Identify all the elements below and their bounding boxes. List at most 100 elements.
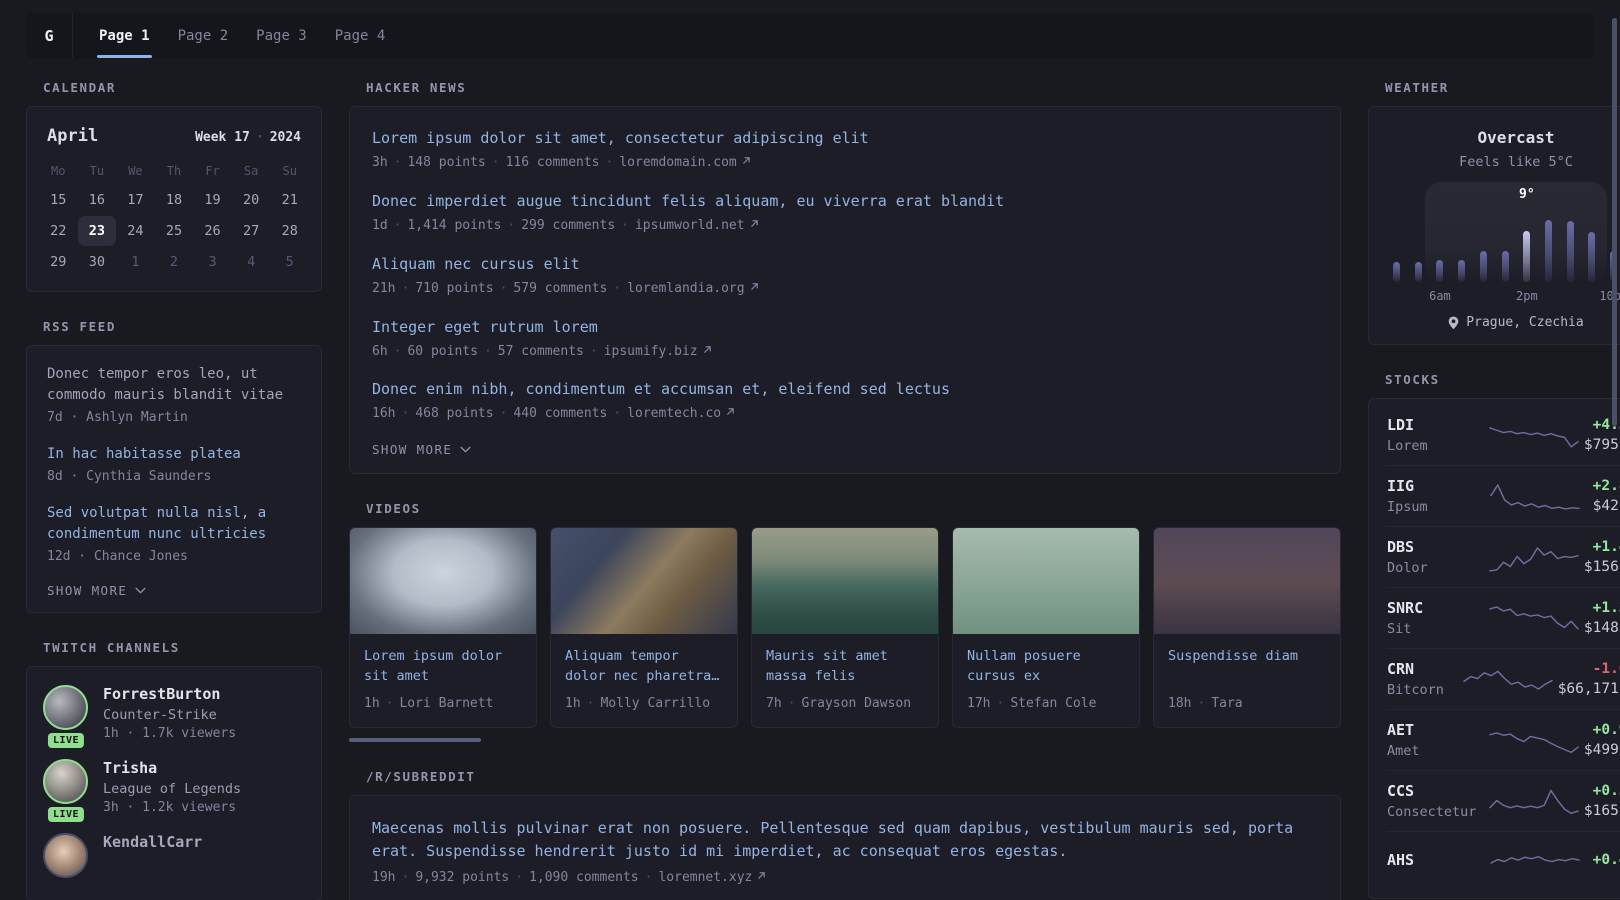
- calendar-day: 16: [88, 192, 105, 208]
- page-scrollbar[interactable]: [1612, 18, 1617, 426]
- comments-link[interactable]: 116 comments: [506, 155, 600, 170]
- stock-change: +0.92%: [1592, 722, 1620, 738]
- video-author[interactable]: Grayson Dawson: [801, 696, 911, 711]
- stock-row[interactable]: AET Amet +0.92% $499.72: [1386, 709, 1620, 770]
- channel-name[interactable]: KendallCarr: [103, 833, 202, 851]
- post-meta: 1d · 1,414 points · 299 comments · ipsumworld.…: [372, 216, 1318, 236]
- video-thumbnail[interactable]: [953, 528, 1139, 635]
- domain-link[interactable]: loremnet.xyz: [658, 870, 752, 885]
- video-title[interactable]: Suspendisse diam: [1168, 646, 1326, 686]
- external-link-icon: [742, 153, 751, 172]
- stock-sparkline: [1489, 732, 1579, 754]
- post-title-link[interactable]: Lorem ipsum dolor sit amet, consectetur …: [372, 128, 1318, 149]
- calendar-card: April Week 17 · 2024 Mo Tu We Th Fr Sa S…: [26, 106, 322, 292]
- post-title-link[interactable]: Aliquam nec cursus elit: [372, 254, 1318, 275]
- right-column: WEATHER Overcast Feels like 5°C 9° 6am 2…: [1368, 80, 1620, 900]
- calendar-day: 15: [50, 192, 67, 208]
- stock-sparkline: [1490, 484, 1580, 510]
- app-logo[interactable]: G: [26, 13, 73, 58]
- page-tab[interactable]: Page 2: [164, 13, 243, 58]
- post-title-link[interactable]: Maecenas mollis pulvinar erat non posuer…: [372, 817, 1318, 864]
- video-card[interactable]: Suspendisse diam 18h · Tara: [1153, 527, 1341, 729]
- twitch-channel-row[interactable]: LIVE ForrestBurton Counter-Strike 1h · 1…: [43, 684, 305, 748]
- subreddit-section-title: /R/SUBREDDIT: [366, 769, 476, 785]
- temperature-bar: [1523, 231, 1531, 282]
- videos-carousel: Lorem ipsum dolor sit amet consectetu… 1…: [349, 527, 1341, 729]
- rss-show-more-button[interactable]: SHOW MORE: [47, 583, 146, 598]
- video-title[interactable]: Mauris sit amet massa felis: [766, 646, 924, 686]
- video-card[interactable]: Lorem ipsum dolor sit amet consectetu… 1…: [349, 527, 537, 729]
- twitch-channel-row[interactable]: LIVE Trisha League of Legends 3h · 1.2k …: [43, 758, 305, 822]
- video-thumbnail[interactable]: [350, 528, 536, 635]
- temperature-bar: [1479, 251, 1487, 282]
- weather-widget: WEATHER Overcast Feels like 5°C 9° 6am 2…: [1368, 80, 1620, 345]
- stock-row[interactable]: IIG Ipsum +2.84% $42.04: [1386, 465, 1620, 526]
- domain-link[interactable]: loremlandia.org: [627, 281, 744, 296]
- video-author[interactable]: Tara: [1211, 696, 1242, 711]
- twitch-widget: TWITCH CHANNELS LIVE ForrestBurton Count…: [26, 640, 322, 900]
- comments-link[interactable]: 1,090 comments: [529, 870, 639, 885]
- video-card[interactable]: Nullam posuere cursus ex 17h · Stefan Cole: [952, 527, 1140, 729]
- video-title[interactable]: Nullam posuere cursus ex: [967, 646, 1125, 686]
- channel-name[interactable]: ForrestBurton: [103, 685, 236, 703]
- stock-change: +0.46%: [1592, 852, 1620, 868]
- post-meta: 16h · 468 points · 440 comments · loremtech.co: [372, 404, 1318, 424]
- comments-link[interactable]: 299 comments: [521, 218, 615, 233]
- stock-row[interactable]: CCS Consectetur +0.51% $165.84: [1386, 770, 1620, 831]
- rss-item[interactable]: In hac habitasse platea 8d · Cynthia Sau…: [47, 444, 301, 487]
- post-title-link[interactable]: Donec imperdiet augue tincidunt felis al…: [372, 191, 1318, 212]
- video-thumbnail[interactable]: [551, 528, 737, 635]
- channel-meta: 3h · 1.2k viewers: [103, 799, 237, 815]
- rss-item[interactable]: Donec tempor eros leo, ut commodo mauris…: [47, 364, 301, 428]
- calendar-day: 27: [243, 223, 260, 239]
- video-card[interactable]: Mauris sit amet massa felis 7h · Grayson D…: [751, 527, 939, 729]
- video-thumbnail[interactable]: [1154, 528, 1340, 635]
- hackernews-post: Donec imperdiet augue tincidunt felis al…: [372, 191, 1318, 236]
- video-thumbnail[interactable]: [752, 528, 938, 635]
- stock-price: $165.84: [1583, 803, 1620, 819]
- weather-location[interactable]: Prague, Czechia: [1393, 315, 1620, 330]
- page-tab[interactable]: Page 3: [242, 13, 321, 58]
- stock-row[interactable]: AHS +0.46%: [1386, 831, 1620, 892]
- rss-item-title[interactable]: Sed volutpat nulla nisl, a condimentum n…: [47, 503, 301, 545]
- stock-ticker: AHS: [1387, 851, 1415, 869]
- domain-link[interactable]: loremtech.co: [627, 406, 721, 421]
- channel-name[interactable]: Trisha: [103, 759, 241, 777]
- live-badge: LIVE: [47, 806, 85, 822]
- domain-link[interactable]: ipsumworld.net: [635, 218, 745, 233]
- stock-name: Sit: [1387, 621, 1412, 637]
- stock-change: -1.00%: [1592, 661, 1620, 677]
- calendar-day: 29: [50, 254, 67, 270]
- comments-link[interactable]: 57 comments: [498, 344, 584, 359]
- video-author[interactable]: Stefan Cole: [1010, 696, 1096, 711]
- video-author[interactable]: Lori Barnett: [399, 696, 493, 711]
- post-title-link[interactable]: Donec enim nibh, condimentum et accumsan…: [372, 379, 1318, 400]
- video-author[interactable]: Molly Carrillo: [600, 696, 710, 711]
- hackernews-post: Lorem ipsum dolor sit amet, consectetur …: [372, 128, 1318, 173]
- rss-item-title[interactable]: Donec tempor eros leo, ut commodo mauris…: [47, 364, 301, 406]
- calendar-day-header: Fr: [205, 164, 220, 178]
- rss-item[interactable]: Sed volutpat nulla nisl, a condimentum n…: [47, 503, 301, 567]
- domain-link[interactable]: ipsumify.biz: [604, 344, 698, 359]
- subreddit-post: Maecenas mollis pulvinar erat non posuer…: [372, 817, 1318, 887]
- videos-carousel-scrollbar[interactable]: [349, 738, 481, 743]
- video-card[interactable]: Aliquam tempor dolor nec pharetra… 1h · Mo…: [550, 527, 738, 729]
- video-title[interactable]: Lorem ipsum dolor sit amet consectetu…: [364, 646, 522, 686]
- stock-row[interactable]: LDI Lorem +4.35% $795.18: [1386, 405, 1620, 465]
- stock-row[interactable]: CRN Bitcorn -1.00% $66,171.48: [1386, 648, 1620, 709]
- stock-row[interactable]: SNRC Sit +1.36% $148.64: [1386, 587, 1620, 648]
- hackernews-post: Donec enim nibh, condimentum et accumsan…: [372, 379, 1318, 424]
- stocks-card: LDI Lorem +4.35% $795.18 IIG Ipsum: [1368, 398, 1620, 899]
- hackernews-show-more-button[interactable]: SHOW MORE: [372, 442, 471, 457]
- rss-item-title[interactable]: In hac habitasse platea: [47, 444, 301, 465]
- video-title[interactable]: Aliquam tempor dolor nec pharetra…: [565, 646, 723, 686]
- stock-row[interactable]: DBS Dolor +1.42% $156.28: [1386, 526, 1620, 587]
- post-title-link[interactable]: Integer eget rutrum lorem: [372, 317, 1318, 338]
- domain-link[interactable]: loremdomain.com: [619, 155, 736, 170]
- twitch-channel-row[interactable]: LIVE KendallCarr: [43, 832, 305, 878]
- comments-link[interactable]: 579 comments: [513, 281, 607, 296]
- comments-link[interactable]: 440 comments: [513, 406, 607, 421]
- page-tab[interactable]: Page 4: [321, 13, 400, 58]
- page-tab[interactable]: Page 1: [85, 13, 164, 58]
- temperature-bar: [1545, 220, 1553, 282]
